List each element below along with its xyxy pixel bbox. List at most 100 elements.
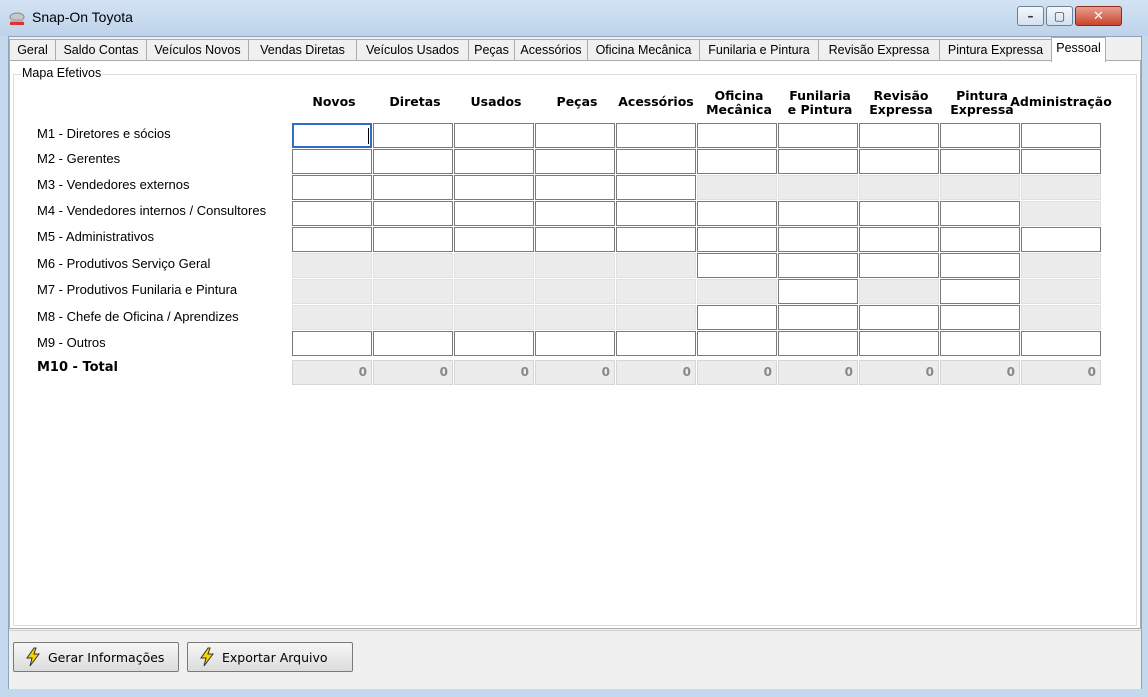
input-cell[interactable]	[616, 149, 696, 174]
input-cell[interactable]	[778, 123, 858, 148]
tab-saldo-contas[interactable]: Saldo Contas	[55, 39, 147, 61]
input-cell[interactable]	[616, 227, 696, 252]
input-cell[interactable]	[940, 305, 1020, 330]
disabled-cell	[697, 279, 777, 304]
input-cell[interactable]	[1021, 227, 1101, 252]
generate-info-button[interactable]: Gerar Informações	[13, 642, 179, 672]
input-cell[interactable]	[616, 123, 696, 148]
row-label: M8 - Chefe de Oficina / Aprendizes	[37, 309, 239, 324]
input-cell[interactable]	[373, 227, 453, 252]
minimize-button[interactable]: –	[1017, 6, 1044, 26]
input-cell[interactable]	[859, 227, 939, 252]
input-cell[interactable]	[535, 123, 615, 148]
input-cell[interactable]	[292, 227, 372, 252]
input-cell[interactable]	[859, 123, 939, 148]
disabled-cell	[454, 305, 534, 330]
row-label: M3 - Vendedores externos	[37, 177, 190, 192]
input-cell[interactable]	[697, 253, 777, 278]
button-bar: Gerar Informações Exportar Arquivo	[9, 630, 1141, 689]
row-label: M5 - Administrativos	[37, 229, 155, 244]
input-cell[interactable]	[535, 149, 615, 174]
tab-pecas[interactable]: Peças	[468, 39, 515, 61]
tab-geral[interactable]: Geral	[9, 39, 56, 61]
input-cell[interactable]	[616, 201, 696, 226]
input-cell[interactable]	[859, 331, 939, 356]
disabled-cell	[940, 175, 1020, 200]
input-cell[interactable]	[940, 123, 1020, 148]
input-cell[interactable]	[778, 305, 858, 330]
input-cell[interactable]	[292, 331, 372, 356]
disabled-cell	[454, 253, 534, 278]
input-cell[interactable]	[778, 331, 858, 356]
column-header: Diretas	[373, 95, 457, 109]
input-cell[interactable]	[454, 123, 534, 148]
input-cell[interactable]	[859, 253, 939, 278]
tab-veiculos-novos[interactable]: Veículos Novos	[146, 39, 249, 61]
input-cell[interactable]	[697, 149, 777, 174]
tab-veiculos-usados[interactable]: Veículos Usados	[356, 39, 469, 61]
input-cell[interactable]	[1021, 149, 1101, 174]
tab-revisao-expressa[interactable]: Revisão Expressa	[818, 39, 940, 61]
input-cell[interactable]	[940, 253, 1020, 278]
input-cell[interactable]	[697, 123, 777, 148]
input-cell[interactable]	[535, 331, 615, 356]
disabled-cell	[373, 279, 453, 304]
input-cell[interactable]	[454, 201, 534, 226]
title-bar[interactable]: Snap-On Toyota – ▢ ✕	[0, 0, 1148, 36]
text-caret	[368, 128, 369, 144]
tab-pintura-expressa[interactable]: Pintura Expressa	[939, 39, 1052, 61]
input-cell[interactable]	[454, 331, 534, 356]
row-label: M7 - Produtivos Funilaria e Pintura	[37, 282, 238, 297]
input-cell[interactable]	[940, 201, 1020, 226]
input-cell[interactable]	[454, 149, 534, 174]
column-header-line1: Oficina	[714, 88, 764, 103]
close-button[interactable]: ✕	[1075, 6, 1122, 26]
tab-vendas-diretas[interactable]: Vendas Diretas	[248, 39, 357, 61]
input-cell[interactable]	[292, 201, 372, 226]
input-cell[interactable]	[778, 253, 858, 278]
input-cell[interactable]	[373, 149, 453, 174]
input-cell[interactable]	[778, 149, 858, 174]
column-header-line2: Expressa	[869, 102, 933, 117]
input-cell[interactable]	[778, 227, 858, 252]
input-cell[interactable]	[292, 149, 372, 174]
input-cell[interactable]	[292, 175, 372, 200]
input-cell[interactable]	[940, 279, 1020, 304]
total-cell: 0	[454, 360, 534, 385]
input-cell[interactable]	[373, 201, 453, 226]
tab-funilaria-e-pintura[interactable]: Funilaria e Pintura	[699, 39, 819, 61]
input-cell[interactable]	[697, 305, 777, 330]
minimize-icon: –	[1027, 9, 1034, 23]
tab-pessoal[interactable]: Pessoal	[1051, 37, 1106, 62]
input-cell[interactable]	[373, 123, 453, 148]
input-cell[interactable]	[778, 279, 858, 304]
input-cell[interactable]	[697, 331, 777, 356]
input-cell[interactable]	[859, 149, 939, 174]
input-cell[interactable]	[778, 201, 858, 226]
input-cell[interactable]	[859, 305, 939, 330]
input-cell[interactable]	[697, 201, 777, 226]
export-file-button[interactable]: Exportar Arquivo	[187, 642, 353, 672]
input-cell[interactable]	[1021, 123, 1101, 148]
input-cell[interactable]	[940, 331, 1020, 356]
input-cell[interactable]	[454, 227, 534, 252]
maximize-button[interactable]: ▢	[1046, 6, 1073, 26]
column-header: Funilaria e Pintura	[778, 89, 862, 117]
input-cell[interactable]	[535, 227, 615, 252]
input-cell[interactable]	[535, 175, 615, 200]
input-cell[interactable]	[616, 331, 696, 356]
input-cell[interactable]	[1021, 331, 1101, 356]
input-cell[interactable]	[373, 331, 453, 356]
tab-oficina-mecanica[interactable]: Oficina Mecânica	[587, 39, 700, 61]
column-header-line1: Acessórios	[618, 94, 694, 109]
input-cell[interactable]	[859, 201, 939, 226]
input-cell[interactable]	[940, 227, 1020, 252]
input-cell[interactable]	[535, 201, 615, 226]
input-cell[interactable]	[373, 175, 453, 200]
input-cell[interactable]	[292, 123, 372, 148]
input-cell[interactable]	[454, 175, 534, 200]
input-cell[interactable]	[616, 175, 696, 200]
tab-acessorios[interactable]: Acessórios	[514, 39, 588, 61]
input-cell[interactable]	[940, 149, 1020, 174]
input-cell[interactable]	[697, 227, 777, 252]
